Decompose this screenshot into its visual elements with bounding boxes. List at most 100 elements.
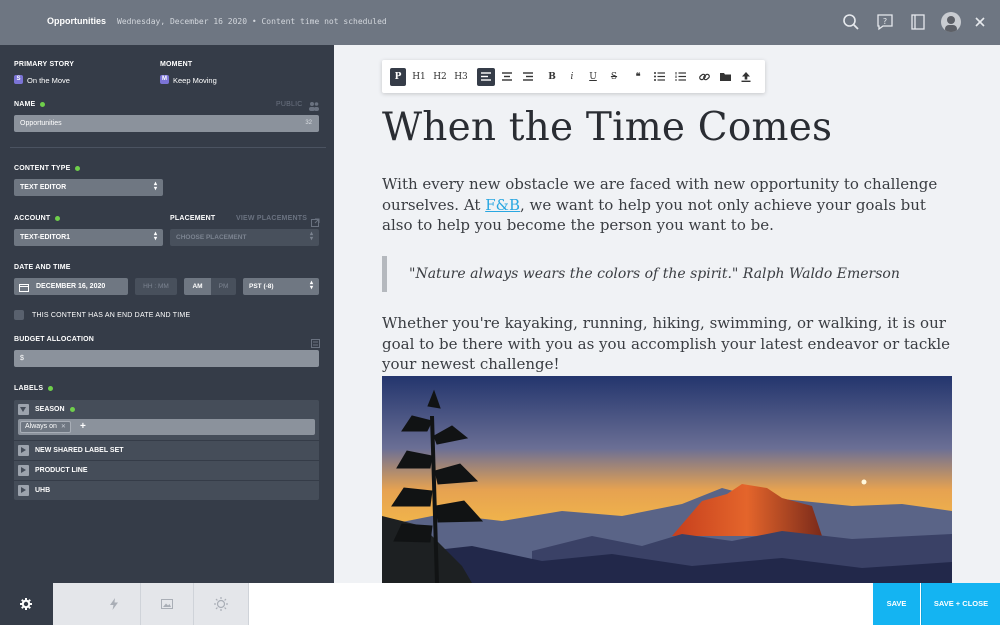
quote-button[interactable]: ❝ [630,68,646,86]
underline-button[interactable]: U [585,68,601,86]
select-caret-icon: ▴ ▾ [153,231,157,242]
preview-tab[interactable] [194,583,249,625]
season-label: SEASON [35,406,75,413]
align-center-icon[interactable] [498,68,516,86]
search-icon[interactable] [842,13,860,31]
add-tag-button[interactable]: + [80,421,86,432]
brand-link[interactable]: F&B [485,196,520,214]
am-toggle[interactable]: AM [184,278,211,295]
status-dot [69,406,75,412]
pm-toggle[interactable]: PM [211,278,236,295]
select-caret-icon: ▴ ▾ [309,231,313,242]
blockquote[interactable]: "Nature always wears the colors of the s… [382,256,952,292]
settings-tab[interactable] [0,583,53,625]
moment-value[interactable]: Keep Moving [173,76,217,85]
bullet-list-icon[interactable] [651,68,667,86]
content-type-label: CONTENT TYPE [14,165,81,172]
users-icon[interactable] [308,98,320,111]
timezone-select[interactable]: PST (-8) ▴ ▾ [243,278,319,295]
primary-story-label: PRIMARY STORY [14,61,75,68]
body-paragraph[interactable]: Whether you're kayaking, running, hiking… [382,313,957,375]
labels-label: LABELS [14,385,54,392]
align-right-icon[interactable] [519,68,537,86]
name-input[interactable]: Opportunities 32 [14,115,319,132]
account-select[interactable]: TEXT-EDITOR1 ▴ ▾ [14,229,163,246]
date-value: DECEMBER 16, 2020 [36,283,106,290]
strikethrough-button[interactable]: S [606,68,622,86]
expand-icon[interactable] [18,485,29,496]
close-icon[interactable] [973,15,987,29]
align-left-icon[interactable] [477,68,495,86]
italic-button[interactable]: i [564,68,580,86]
document-title[interactable]: When the Time Comes [382,105,832,150]
page-subtitle: Wednesday, December 16 2020 • Content ti… [117,17,387,26]
label-tag[interactable]: Always on ✕ [20,421,71,433]
labels-label-text: LABELS [14,385,44,392]
remove-tag-icon[interactable]: ✕ [61,424,66,430]
name-label: NAME [14,101,46,108]
external-link-icon[interactable] [311,214,320,227]
book-icon[interactable] [909,13,927,31]
folder-icon[interactable] [717,68,733,86]
upload-icon[interactable] [738,68,754,86]
format-toolbar: P H1 H2 H3 B i U S ❝ [382,60,765,93]
help-icon[interactable]: ? [876,13,894,31]
label-set-name: PRODUCT LINE [35,467,88,474]
expand-icon[interactable] [18,465,29,476]
budget-input[interactable]: $ [14,350,319,367]
label-set-row[interactable]: UHB [14,480,319,500]
label-set-row[interactable]: PRODUCT LINE [14,460,319,480]
timezone-value: PST (-8) [249,283,274,290]
account-label-text: ACCOUNT [14,215,51,222]
link-icon[interactable] [696,68,712,86]
placement-select[interactable]: CHOOSE PLACEMENT ▴ ▾ [170,229,319,246]
save-close-button[interactable]: SAVE + CLOSE [921,583,1000,625]
status-dot [75,165,81,171]
label-set-name: NEW SHARED LABEL SET [35,447,124,454]
view-placements-link[interactable]: VIEW PLACEMENTS [236,215,307,222]
svg-text:?: ? [883,17,887,26]
save-button[interactable]: SAVE [873,583,920,625]
season-label-text: SEASON [35,406,65,413]
char-count: 32 [305,120,312,126]
sun-icon [214,597,228,611]
collapse-icon[interactable] [18,404,29,415]
bold-button[interactable]: B [544,68,560,86]
content-type-select[interactable]: TEXT EDITOR ▴ ▾ [14,179,163,196]
h2-button[interactable]: H2 [432,68,448,86]
expand-icon[interactable] [18,445,29,456]
sidebar: PRIMARY STORY S On the Move MOMENT M Kee… [0,45,334,583]
label-set-season[interactable]: SEASON Always on ✕ + [14,400,319,440]
body-paragraph[interactable]: With every new obstacle we are faced wit… [382,174,942,236]
page-title: Opportunities [47,16,106,26]
avatar[interactable] [941,12,961,32]
currency-symbol: $ [20,355,24,362]
h3-button[interactable]: H3 [453,68,469,86]
account-value: TEXT-EDITOR1 [20,234,71,241]
season-tag-input[interactable]: Always on ✕ + [18,419,315,435]
bottom-bar: SAVE SAVE + CLOSE [0,583,1000,625]
paragraph-button[interactable]: P [390,68,406,86]
sunset-mountain-image[interactable] [382,376,952,583]
primary-story-value[interactable]: On the Move [27,76,70,85]
placement-label: PLACEMENT [170,215,216,222]
labels-panel: SEASON Always on ✕ + NEW SHARED LABEL SET… [14,400,319,500]
divider [10,147,326,148]
label-set-row[interactable]: NEW SHARED LABEL SET [14,440,319,460]
name-label-text: NAME [14,101,36,108]
account-label: ACCOUNT [14,215,61,222]
media-tab[interactable] [141,583,194,625]
date-input[interactable]: DECEMBER 16, 2020 [14,278,128,295]
numbered-list-icon[interactable] [672,68,688,86]
actions-tab[interactable] [88,583,141,625]
content-type-label-text: CONTENT TYPE [14,165,71,172]
lightning-icon [110,598,118,610]
label-set-name: UHB [35,487,51,494]
public-label: PUBLIC [276,101,303,108]
end-date-checkbox[interactable] [14,310,24,320]
status-dot [55,215,61,221]
calculator-icon[interactable] [311,335,320,348]
gear-icon [20,598,32,610]
time-input[interactable]: HH : MM [135,278,177,295]
h1-button[interactable]: H1 [411,68,427,86]
